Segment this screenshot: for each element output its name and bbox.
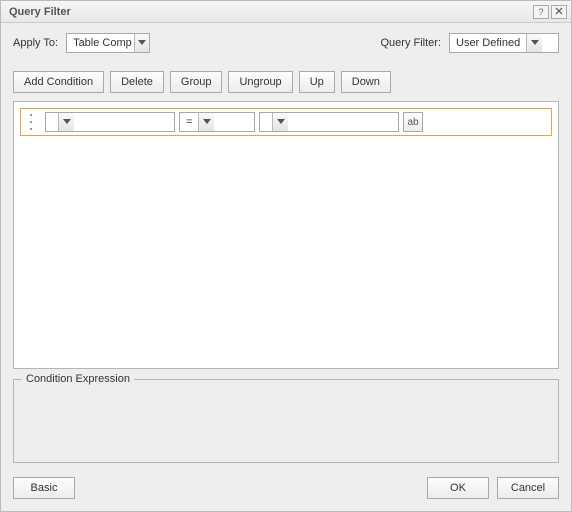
- chevron-down-icon: [272, 113, 288, 131]
- text-type-icon: ab: [407, 117, 418, 128]
- query-filter-dialog: Query Filter ? Apply To: Table Comp Quer…: [0, 0, 572, 512]
- query-filter-value: User Defined: [450, 37, 526, 49]
- ungroup-button[interactable]: Ungroup: [228, 71, 292, 93]
- query-filter-label: Query Filter:: [380, 37, 441, 49]
- footer: Basic OK Cancel: [13, 477, 559, 499]
- cancel-button[interactable]: Cancel: [497, 477, 559, 499]
- condition-expression-group: Condition Expression: [13, 379, 559, 463]
- query-filter-select[interactable]: User Defined: [449, 33, 559, 53]
- help-button[interactable]: ?: [533, 5, 549, 19]
- close-button[interactable]: [551, 5, 567, 19]
- add-condition-button[interactable]: Add Condition: [13, 71, 104, 93]
- type-toggle-button[interactable]: ab: [403, 112, 423, 132]
- condition-expression-legend: Condition Expression: [22, 373, 134, 385]
- operator-value: =: [180, 116, 198, 128]
- toolbar: Add Condition Delete Group Ungroup Up Do…: [13, 71, 559, 93]
- delete-button[interactable]: Delete: [110, 71, 164, 93]
- value-select[interactable]: [259, 112, 399, 132]
- operator-select[interactable]: =: [179, 112, 255, 132]
- down-button[interactable]: Down: [341, 71, 391, 93]
- apply-to-value: Table Comp: [67, 37, 134, 49]
- conditions-panel: = ab: [13, 101, 559, 369]
- apply-to-label: Apply To:: [13, 37, 58, 49]
- titlebar: Query Filter ?: [1, 1, 571, 23]
- chevron-down-icon: [526, 34, 542, 52]
- drag-handle-icon[interactable]: [27, 114, 35, 130]
- ok-button[interactable]: OK: [427, 477, 489, 499]
- chevron-down-icon: [58, 113, 74, 131]
- up-button[interactable]: Up: [299, 71, 335, 93]
- chevron-down-icon: [198, 113, 214, 131]
- basic-button[interactable]: Basic: [13, 477, 75, 499]
- top-row: Apply To: Table Comp Query Filter: User …: [13, 33, 559, 53]
- field-select[interactable]: [45, 112, 175, 132]
- dialog-content: Apply To: Table Comp Query Filter: User …: [1, 23, 571, 511]
- dialog-title: Query Filter: [9, 6, 531, 18]
- chevron-down-icon: [134, 34, 149, 52]
- apply-to-select[interactable]: Table Comp: [66, 33, 150, 53]
- group-button[interactable]: Group: [170, 71, 223, 93]
- condition-row[interactable]: = ab: [20, 108, 552, 136]
